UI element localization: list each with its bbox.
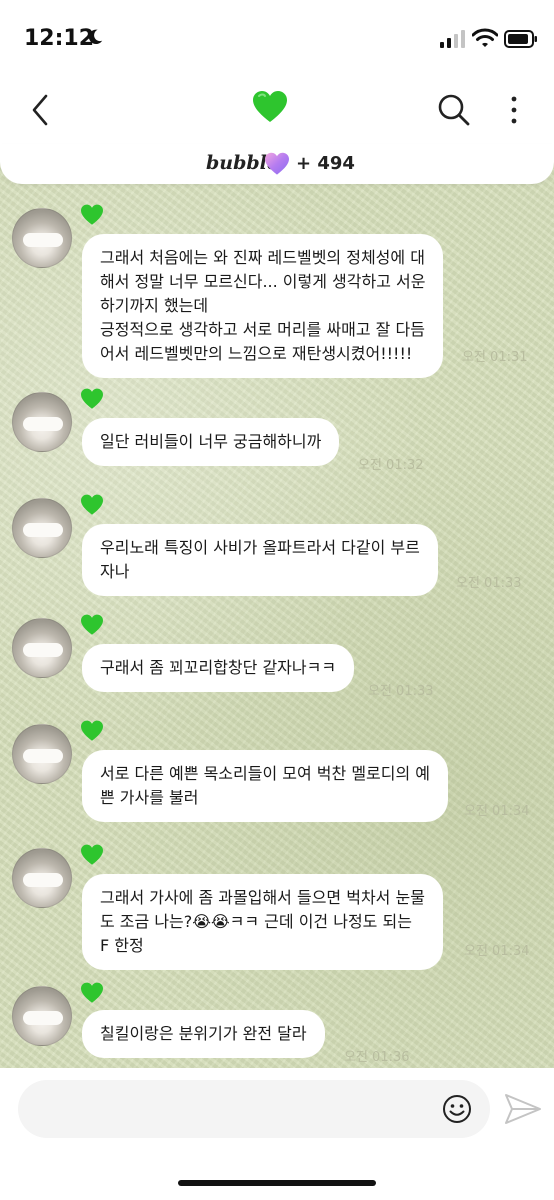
message-timestamp: 오전 01:33 [456,576,522,591]
more-options-icon[interactable] [504,92,524,128]
cellular-signal-icon [440,30,465,48]
chat-header [0,80,554,144]
message-bubble[interactable]: 구래서 좀 꾀꼬리합창단 같자나ㅋㅋ [82,644,355,692]
green-heart-icon [253,91,287,122]
avatar[interactable] [12,618,72,678]
chat-messages-area[interactable]: 그래서 처음에는 와 진짜 레드벨벳의 정체성에 대 해서 정말 너무 모르신다… [0,150,554,1068]
back-arrow-icon[interactable] [26,90,56,130]
message-bubble[interactable]: 그래서 가사에 좀 과몰입해서 들으면 벅차서 눈물 도 조금 나는?😭😭ㅋㅋ … [82,874,443,970]
message-bubble[interactable]: 서로 다른 예쁜 목소리들이 모여 벅찬 멜로디의 예 쁜 가사를 불러 [82,750,449,822]
home-indicator [178,1180,376,1186]
message-bubble[interactable]: 우리노래 특징이 사비가 올파트라서 다같이 부르 자나 [82,524,438,596]
avatar[interactable] [12,986,72,1046]
emoji-icon[interactable] [442,1094,472,1124]
status-bar: 12:12 [0,0,554,80]
avatar[interactable] [12,848,72,908]
green-heart-icon [81,494,103,515]
message-timestamp: 오전 01:31 [462,350,528,365]
message-timestamp: 오전 01:36 [344,1050,410,1065]
green-heart-icon [81,720,103,741]
wifi-icon [472,28,498,47]
search-icon[interactable] [436,92,472,128]
bubble-count: + 494 [296,153,355,174]
message-timestamp: 오전 01:32 [358,458,424,473]
green-heart-icon [81,388,103,409]
message-timestamp: 오전 01:34 [464,804,530,819]
purple-heart-icon [265,152,289,175]
status-time: 12:12 [24,26,95,51]
avatar[interactable] [12,208,72,268]
avatar[interactable] [12,724,72,784]
send-icon[interactable] [504,1092,542,1126]
green-heart-icon [81,982,103,1003]
message-bubble[interactable]: 칠킬이랑은 분위기가 완전 달라 [82,1010,325,1058]
message-bubble[interactable]: 일단 러비들이 너무 궁금해하니까 [82,418,340,466]
avatar[interactable] [12,392,72,452]
battery-icon [504,30,537,48]
message-timestamp: 오전 01:34 [464,944,530,959]
moon-icon [88,29,103,45]
message-timestamp: 오전 01:33 [368,684,434,699]
green-heart-icon [81,614,103,635]
message-input-bar [0,1068,554,1200]
green-heart-icon [81,204,103,225]
message-input[interactable] [18,1080,490,1138]
avatar[interactable] [12,498,72,558]
message-bubble[interactable]: 그래서 처음에는 와 진짜 레드벨벳의 정체성에 대 해서 정말 너무 모르신다… [82,234,444,378]
green-heart-icon [81,844,103,865]
bubble-subscription-bar[interactable]: bubble + 494 [0,144,554,184]
